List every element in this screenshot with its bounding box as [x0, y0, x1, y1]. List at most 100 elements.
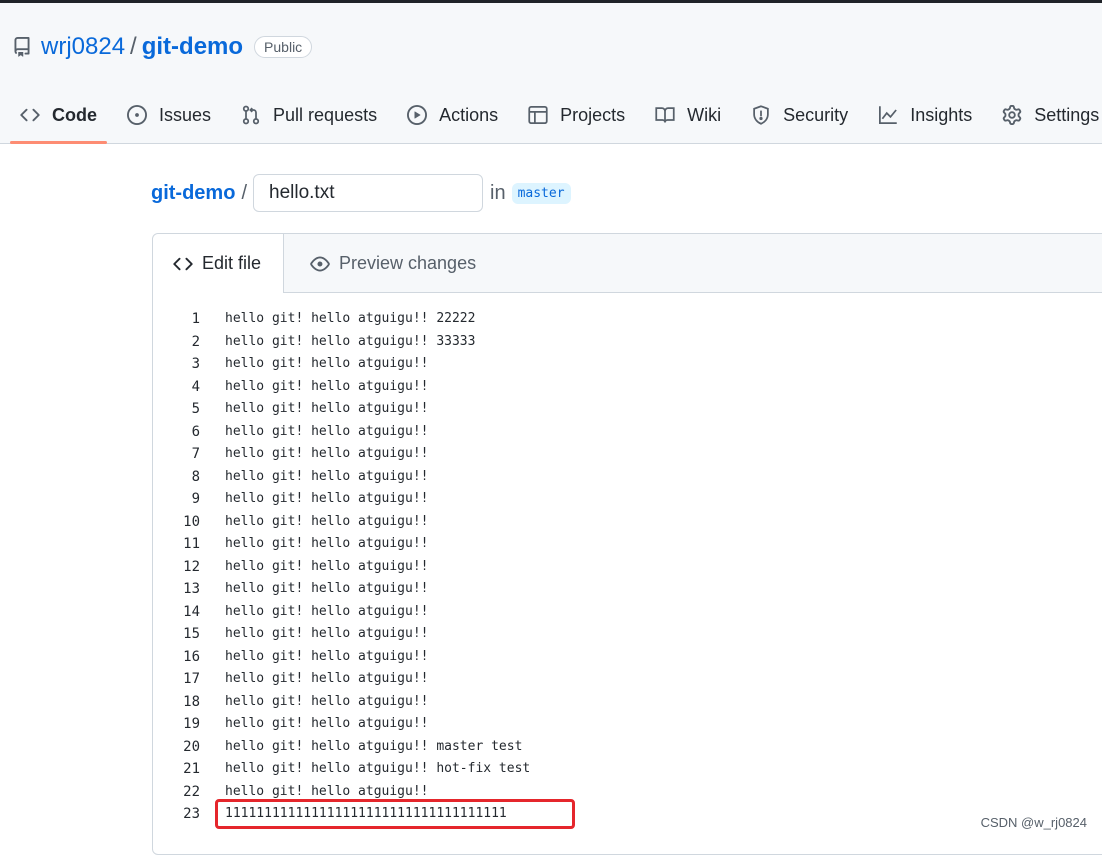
line-text: hello git! hello atguigu!! — [225, 716, 429, 731]
tab-projects[interactable]: Projects — [518, 91, 635, 139]
line-text: hello git! hello atguigu!! — [225, 626, 429, 641]
line-number: 4 — [191, 378, 200, 395]
tab-pull-requests[interactable]: Pull requests — [231, 91, 387, 139]
code-line: 19 hello git! hello atguigu!! — [153, 713, 1102, 736]
tab-security[interactable]: Security — [741, 91, 858, 139]
graph-icon — [879, 106, 897, 124]
code-line: 8 hello git! hello atguigu!! — [153, 466, 1102, 489]
tab-projects-label: Projects — [560, 104, 626, 125]
code-line: 9 hello git! hello atguigu!! — [153, 488, 1102, 511]
line-text: hello git! hello atguigu!! — [225, 491, 429, 506]
code-line: 14 hello git! hello atguigu!! — [153, 601, 1102, 624]
gear-icon — [1002, 105, 1022, 125]
line-text: hello git! hello atguigu!! master test — [225, 738, 523, 754]
tab-settings[interactable]: Settings — [992, 91, 1102, 139]
issue-icon — [127, 105, 147, 125]
tab-code[interactable]: Code — [10, 91, 107, 144]
code-icon — [20, 108, 40, 122]
line-text: hello git! hello atguigu!! — [225, 356, 429, 371]
line-text: hello git! hello atguigu!! — [225, 693, 429, 709]
code-line: 15 hello git! hello atguigu!! — [153, 623, 1102, 646]
code-line: 7 hello git! hello atguigu!! — [153, 443, 1102, 466]
line-number: 12 — [183, 558, 200, 575]
line-number: 20 — [183, 738, 200, 755]
line-text: hello git! hello atguigu!! 33333 — [225, 333, 476, 349]
play-icon — [407, 105, 428, 125]
line-number: 1 — [191, 311, 200, 327]
breadcrumb-repo-link[interactable]: git-demo — [151, 182, 235, 205]
code-line: 11 hello git! hello atguigu!! — [153, 533, 1102, 556]
code-line: 5 hello git! hello atguigu!! — [153, 398, 1102, 421]
pull-request-icon — [242, 105, 260, 125]
tab-pull-requests-label: Pull requests — [273, 104, 378, 125]
code-area[interactable]: 1 hello git! hello atguigu!! 22222 2 hello… — [153, 308, 1102, 829]
code-line: 4 hello git! hello atguigu!! — [153, 376, 1102, 399]
tab-insights[interactable]: Insights — [868, 91, 982, 139]
code-line-highlighted: 23 111111111111111111111111111111111111 — [153, 799, 1102, 829]
line-text: hello git! hello atguigu!! — [225, 671, 429, 686]
tab-issues[interactable]: Issues — [117, 91, 221, 139]
table-icon — [528, 106, 548, 124]
tab-wiki-label: Wiki — [687, 104, 722, 125]
line-number: 23 — [183, 806, 200, 822]
tab-preview-changes[interactable]: Preview changes — [310, 234, 476, 293]
tab-code-label: Code — [52, 104, 97, 125]
tab-preview-changes-label: Preview changes — [339, 253, 477, 273]
visibility-badge: Public — [254, 36, 313, 58]
file-editor: Edit file Preview changes 1 hello git! he… — [152, 233, 1102, 855]
line-text: hello git! hello atguigu!! — [225, 513, 429, 529]
tab-actions[interactable]: Actions — [397, 91, 508, 139]
repo-header: wrj0824 / git-demo Public Code Issues Pu… — [0, 3, 1102, 144]
tab-wiki[interactable]: Wiki — [645, 91, 731, 139]
breadcrumb: git-demo / in master — [151, 173, 571, 213]
line-number: 21 — [183, 761, 200, 777]
line-text: hello git! hello atguigu!! — [225, 603, 429, 619]
code-line: 13 hello git! hello atguigu!! — [153, 578, 1102, 601]
line-text: hello git! hello atguigu!! — [225, 558, 429, 574]
line-number: 14 — [183, 603, 200, 620]
tab-security-label: Security — [783, 104, 849, 125]
line-text: hello git! hello atguigu!! hot-fix test — [225, 761, 531, 776]
book-icon — [655, 107, 675, 123]
line-text: hello git! hello atguigu!! — [225, 648, 429, 664]
breadcrumb-separator: / — [241, 181, 247, 204]
repo-nav: Code Issues Pull requests Actions Projec… — [10, 91, 1102, 145]
line-text: hello git! hello atguigu!! — [225, 536, 429, 551]
line-number: 6 — [191, 423, 200, 440]
line-text: hello git! hello atguigu!! 22222 — [225, 311, 476, 326]
tab-actions-label: Actions — [439, 104, 499, 125]
code-line: 1 hello git! hello atguigu!! 22222 — [153, 308, 1102, 331]
branch-in-label: in — [490, 181, 506, 204]
line-number: 19 — [183, 716, 200, 732]
line-text: hello git! hello atguigu!! — [225, 581, 429, 596]
tab-insights-label: Insights — [910, 104, 973, 125]
repo-title: wrj0824 / git-demo Public — [12, 27, 313, 67]
line-number: 5 — [191, 401, 200, 417]
line-text: hello git! hello atguigu!! — [225, 401, 429, 416]
repo-name-link[interactable]: git-demo — [142, 33, 243, 61]
line-number: 17 — [183, 671, 200, 687]
line-number: 13 — [183, 581, 200, 597]
code-line: 21 hello git! hello atguigu!! hot-fix tes… — [153, 758, 1102, 781]
repo-separator: / — [130, 33, 137, 60]
filename-input[interactable] — [253, 174, 483, 212]
code-line: 2 hello git! hello atguigu!! 33333 — [153, 331, 1102, 354]
line-number: 8 — [191, 468, 200, 485]
code-icon — [173, 257, 193, 270]
tab-edit-file[interactable]: Edit file — [153, 234, 284, 293]
line-number: 15 — [183, 626, 200, 642]
code-line: 12 hello git! hello atguigu!! — [153, 556, 1102, 579]
line-text: hello git! hello atguigu!! — [225, 446, 429, 461]
code-line: 6 hello git! hello atguigu!! — [153, 421, 1102, 444]
line-number: 7 — [191, 446, 200, 462]
branch-name: master — [511, 182, 571, 204]
line-number: 16 — [183, 648, 200, 665]
line-number: 18 — [183, 693, 200, 710]
code-line: 16 hello git! hello atguigu!! — [153, 646, 1102, 669]
tab-settings-label: Settings — [1034, 104, 1100, 125]
repo-owner-link[interactable]: wrj0824 — [41, 33, 125, 61]
watermark: CSDN @w_rj0824 — [980, 815, 1087, 830]
line-number: 9 — [191, 491, 200, 507]
line-number: 22 — [183, 783, 200, 800]
code-line: 10 hello git! hello atguigu!! — [153, 511, 1102, 534]
